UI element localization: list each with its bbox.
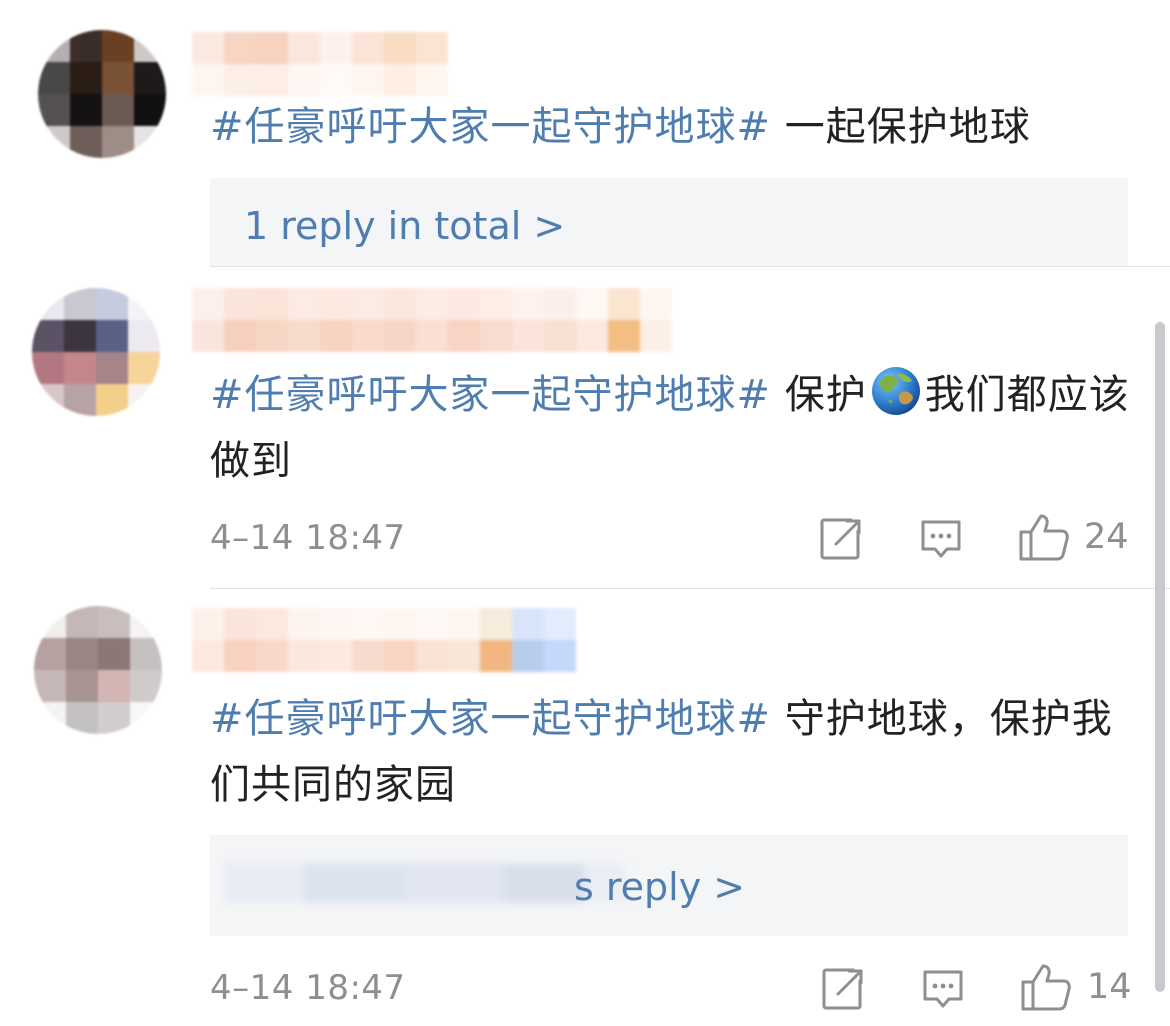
reply-summary-link[interactable]: s reply > [574,865,745,909]
repost-icon[interactable] [818,516,864,562]
hashtag-link[interactable]: #任豪呼吁大家一起守护地球# [210,696,771,742]
comment-body: 保护 [771,372,867,418]
blurred-reply-preview [224,863,624,903]
hashtag-link[interactable]: #任豪呼吁大家一起守护地球# [210,104,771,150]
username[interactable] [192,32,448,96]
comment-time: 4–14 18:47 [210,968,406,1008]
like-icon[interactable] [1020,962,1072,1012]
comment-body: 一起保护地球 [771,104,1031,150]
hashtag-link[interactable]: #任豪呼吁大家一起守护地球# [210,372,771,418]
divider [210,588,1170,589]
repost-icon[interactable] [820,966,866,1012]
comment-text: #任豪呼吁大家一起守护地球# 保护 我们都应该做到 [210,362,1130,494]
avatar[interactable] [32,288,160,416]
username[interactable] [192,608,576,672]
globe-emoji [871,367,920,415]
like-count: 24 [1084,517,1129,557]
reply-summary-link[interactable]: 1 reply in total > [244,204,565,248]
comment-time: 4–14 18:47 [210,518,406,558]
avatar[interactable] [38,30,166,158]
comment-icon[interactable] [920,966,966,1012]
scrollbar[interactable] [1155,322,1165,992]
reply-summary-box[interactable]: s reply > [210,835,1128,936]
avatar[interactable] [34,606,162,734]
comment-icon[interactable] [918,516,964,562]
comment-text: #任豪呼吁大家一起守护地球# 一起保护地球 [210,94,1130,160]
comment-text: #任豪呼吁大家一起守护地球# 守护地球，保护我们共同的家园 [210,686,1130,818]
like-icon[interactable] [1018,512,1070,562]
divider [210,266,1170,267]
reply-summary-box[interactable]: 1 reply in total > [210,178,1128,266]
username[interactable] [192,288,672,352]
like-count: 14 [1087,967,1132,1007]
